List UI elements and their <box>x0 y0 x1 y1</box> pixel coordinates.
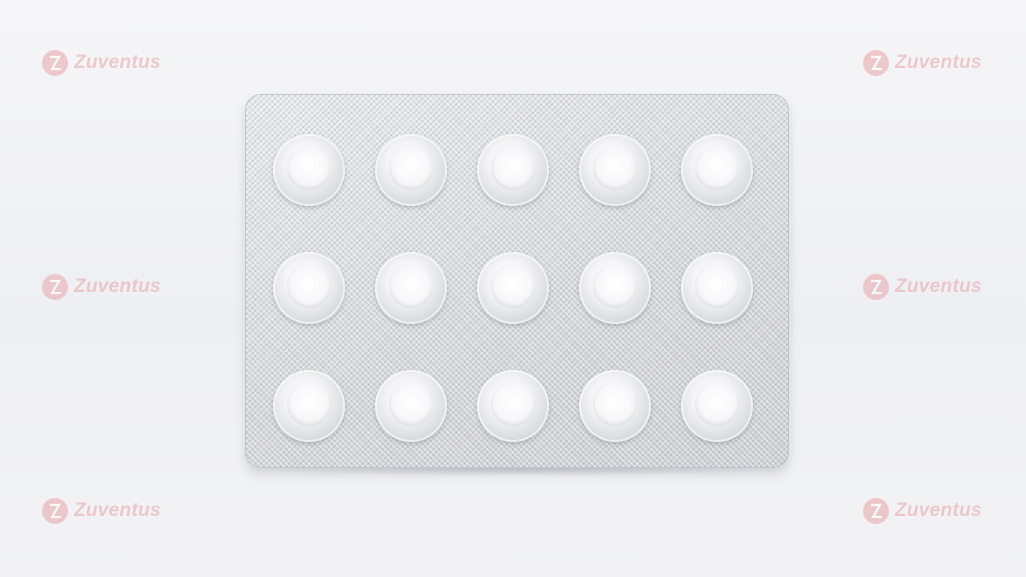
tablet <box>681 134 753 206</box>
brand-watermark-text: Zuventus <box>74 276 161 297</box>
brand-watermark: Zuventus <box>863 50 982 76</box>
tablet <box>579 134 651 206</box>
tablet <box>681 252 753 324</box>
tablet <box>375 252 447 324</box>
brand-watermark-text: Zuventus <box>74 500 161 521</box>
tablet <box>681 370 753 442</box>
brand-watermark-text: Zuventus <box>895 500 982 521</box>
tablet <box>477 370 549 442</box>
brand-watermark-text: Zuventus <box>895 276 982 297</box>
brand-watermark: Zuventus <box>863 498 982 524</box>
zuventus-logo-icon <box>863 498 889 524</box>
zuventus-logo-icon <box>863 274 889 300</box>
brand-watermark: Zuventus <box>863 274 982 300</box>
tablet <box>477 252 549 324</box>
tablet <box>375 134 447 206</box>
brand-watermark-text: Zuventus <box>895 52 982 73</box>
tablet-grid <box>245 94 789 468</box>
zuventus-logo-icon <box>863 50 889 76</box>
tablet <box>273 370 345 442</box>
zuventus-logo-icon <box>42 274 68 300</box>
brand-watermark-text: Zuventus <box>74 52 161 73</box>
brand-watermark: Zuventus <box>42 50 161 76</box>
tablet <box>375 370 447 442</box>
brand-watermark: Zuventus <box>42 274 161 300</box>
tablet <box>273 134 345 206</box>
tablet <box>579 370 651 442</box>
tablet <box>477 134 549 206</box>
brand-watermark: Zuventus <box>42 498 161 524</box>
tablet <box>579 252 651 324</box>
tablet <box>273 252 345 324</box>
zuventus-logo-icon <box>42 50 68 76</box>
zuventus-logo-icon <box>42 498 68 524</box>
product-photo: Zuventus Zuventus Zuventus Zuventus Zuve… <box>0 0 1026 577</box>
blister-pack <box>245 94 789 468</box>
